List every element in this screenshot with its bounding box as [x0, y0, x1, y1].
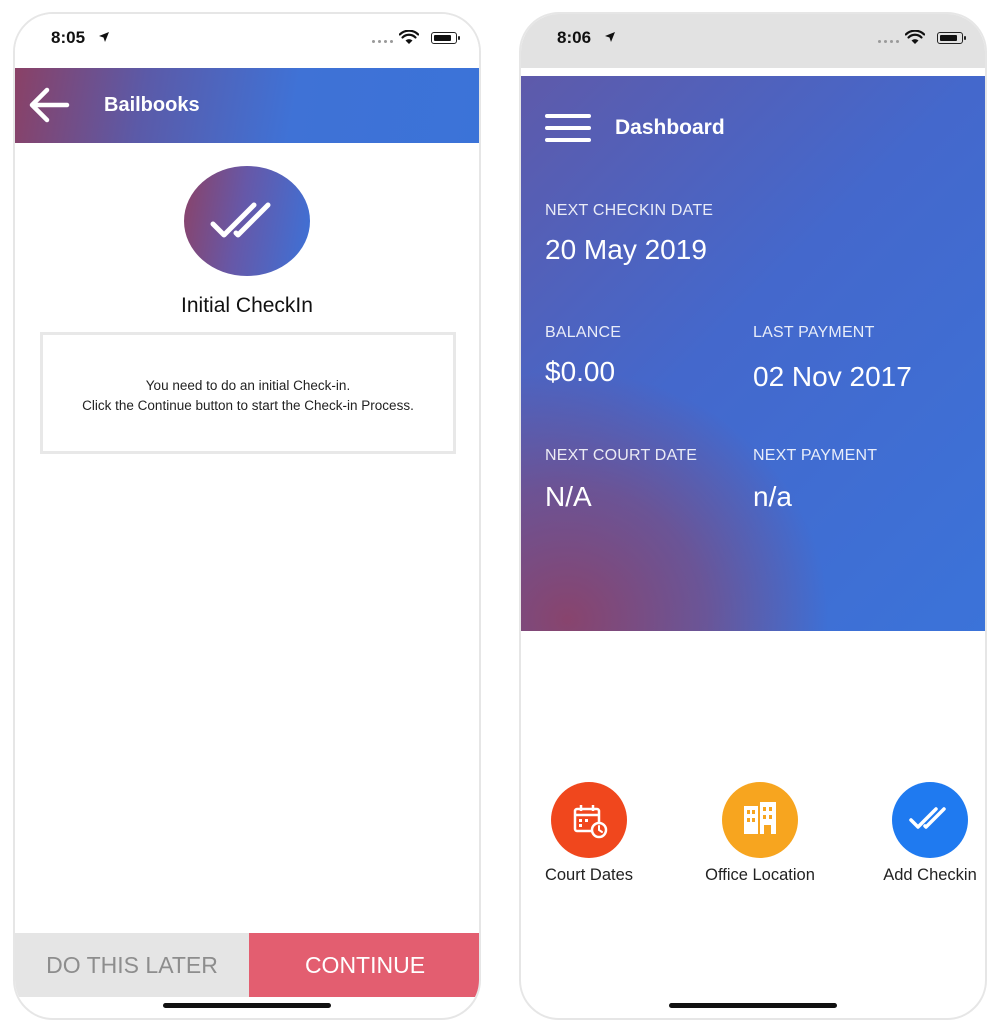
do-this-later-button[interactable]: DO THIS LATER — [15, 933, 249, 997]
home-indicator[interactable] — [669, 1003, 837, 1008]
back-arrow-icon[interactable] — [27, 85, 71, 125]
add-checkin-label[interactable]: Add Checkin — [855, 866, 985, 885]
location-arrow-icon — [99, 32, 109, 42]
signal-icon — [372, 40, 393, 43]
calendar-clock-icon — [573, 805, 608, 839]
status-bar: 8:05 — [15, 14, 479, 68]
court-dates-button[interactable] — [551, 782, 627, 858]
location-arrow-icon — [605, 32, 615, 42]
dashboard-summary-panel: Dashboard NEXT CHECKIN DATE 20 May 2019 … — [521, 76, 985, 631]
status-time: 8:05 — [51, 28, 86, 47]
wifi-icon — [905, 30, 925, 44]
status-time: 8:06 — [557, 28, 592, 47]
signal-icon — [878, 40, 899, 43]
court-dates-label[interactable]: Court Dates — [521, 866, 664, 885]
last-payment-label: LAST PAYMENT — [753, 324, 875, 341]
battery-icon — [431, 32, 460, 44]
next-payment-label: NEXT PAYMENT — [753, 447, 878, 464]
menu-icon[interactable] — [545, 114, 591, 142]
last-payment-value: 02 Nov 2017 — [753, 361, 912, 392]
balance-label: BALANCE — [545, 324, 622, 341]
next-court-date-value: N/A — [545, 481, 592, 512]
next-payment-value: n/a — [753, 481, 792, 512]
continue-button[interactable]: CONTINUE — [249, 933, 479, 997]
wifi-icon — [399, 30, 419, 44]
phone-initial-checkin: 8:05 Bailbooks Initial CheckIn You need … — [13, 12, 481, 1020]
app-bar-title: Dashboard — [615, 116, 725, 139]
info-message-line: Click the Continue button to start the C… — [82, 398, 414, 413]
battery-icon — [937, 32, 966, 44]
office-location-button[interactable] — [722, 782, 798, 858]
office-location-label[interactable]: Office Location — [685, 866, 835, 885]
checkin-logo — [184, 166, 310, 276]
double-check-icon — [909, 807, 946, 829]
building-icon — [744, 802, 776, 834]
next-checkin-value: 20 May 2019 — [545, 234, 707, 265]
phone-dashboard: 8:06 Dashboard NEXT CHECKIN DATE 20 May … — [519, 12, 987, 1020]
balance-value: $0.00 — [545, 356, 616, 387]
add-checkin-button[interactable] — [892, 782, 968, 858]
home-indicator[interactable] — [163, 1003, 331, 1008]
next-checkin-label: NEXT CHECKIN DATE — [545, 202, 714, 219]
next-court-date-label: NEXT COURT DATE — [545, 447, 698, 464]
status-bar: 8:06 — [521, 14, 985, 68]
page-title: Initial CheckIn — [181, 294, 313, 317]
app-bar-title: Bailbooks — [104, 94, 200, 116]
app-bar: Bailbooks — [15, 68, 479, 143]
info-message-box: You need to do an initial Check-in. Clic… — [40, 332, 456, 454]
double-check-icon — [210, 202, 271, 238]
info-message-line: You need to do an initial Check-in. — [145, 378, 351, 393]
